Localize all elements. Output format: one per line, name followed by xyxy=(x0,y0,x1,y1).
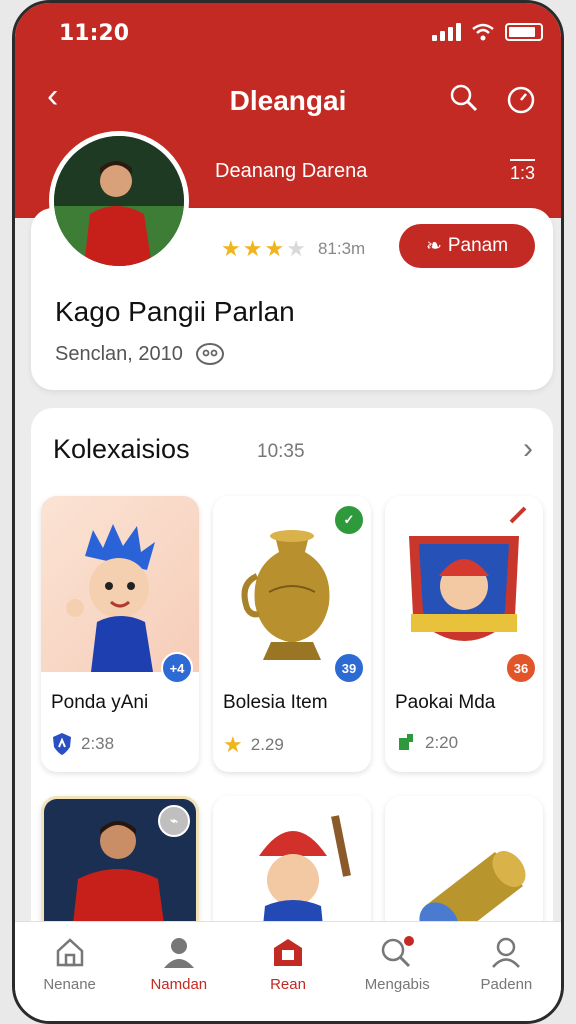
tab-search[interactable]: Mengabis xyxy=(343,922,452,1021)
collection-title: Kolexaisios xyxy=(53,434,190,464)
follow-button[interactable]: ❧ Panam xyxy=(399,224,535,268)
tab-center[interactable]: Rean xyxy=(233,922,342,1021)
timer-icon[interactable] xyxy=(505,83,537,115)
tab-account[interactable]: Padenn xyxy=(452,922,561,1021)
item-value: 2:20 xyxy=(425,733,459,752)
tag-icon: ⌁ xyxy=(158,805,190,837)
collection-count: 10:35 xyxy=(257,441,305,462)
tab-label: Namdan xyxy=(150,976,208,993)
star-icon: ★ xyxy=(264,236,285,261)
item-name: Ponda yAni xyxy=(51,692,149,713)
tab-label: Padenn xyxy=(480,976,533,993)
tab-label: Nenane xyxy=(43,976,96,993)
page-title: Dleangai xyxy=(229,85,347,116)
item-name: Bolesia Item xyxy=(223,692,328,713)
top-nav: ‹ Dleangai xyxy=(15,75,561,119)
face-icon[interactable] xyxy=(195,342,225,366)
header-profile-count: 1:3 xyxy=(509,159,535,184)
tab-profile[interactable]: Namdan xyxy=(124,922,233,1021)
rating-value: 81:3m xyxy=(317,239,366,258)
status-bar: 11:20 xyxy=(15,17,561,51)
item-name: Paokai Mda xyxy=(395,692,496,713)
profile-subtitle-text: Senclan, 2010 xyxy=(55,342,183,365)
leaf-icon: ❧ xyxy=(425,235,442,257)
profile-subtitle: Senclan, 2010 xyxy=(55,342,225,366)
item-badge: +4 xyxy=(161,652,193,684)
battery-icon xyxy=(505,23,543,41)
search-notification-icon xyxy=(381,936,415,968)
collection-item[interactable]: ✓ 39 Bolesia Item ★ 2.29 xyxy=(213,496,371,772)
avatar[interactable] xyxy=(49,131,189,271)
home-icon xyxy=(56,938,83,967)
phone-frame: 11:20 ‹ Dleangai Deanang Darena 1:3 ★ ★ … xyxy=(12,0,564,1024)
collection-section: Kolexaisios 10:35 › +4 Ponda yAni 2:38 ✓… xyxy=(31,408,553,968)
rating: ★ ★ ★ ★ 81:3m xyxy=(221,236,365,262)
search-icon[interactable] xyxy=(449,83,479,113)
tab-label: Rean xyxy=(270,976,306,993)
signal-icon xyxy=(432,23,461,41)
tab-home[interactable]: Nenane xyxy=(15,922,124,1021)
item-meta: 2:20 xyxy=(395,732,458,754)
item-badge: 39 xyxy=(333,652,365,684)
bottom-tab-bar: Nenane Namdan Rean Mengabis Padenn xyxy=(15,921,561,1021)
check-icon: ✓ xyxy=(333,504,365,536)
shield-icon xyxy=(53,733,71,755)
header-profile-name: Deanang Darena xyxy=(215,160,368,182)
follow-label: Panam xyxy=(447,235,509,256)
wifi-icon xyxy=(472,23,494,41)
chevron-right-icon[interactable]: › xyxy=(523,432,533,466)
item-badge: 36 xyxy=(505,652,537,684)
collection-item[interactable]: +4 Ponda yAni 2:38 xyxy=(41,496,199,772)
profile-name: Kago Pangii Parlan xyxy=(55,296,295,327)
item-image xyxy=(41,496,199,672)
status-icons xyxy=(432,23,543,41)
tab-label: Mengabis xyxy=(364,976,430,993)
star-icon: ★ xyxy=(242,236,263,261)
status-time: 11:20 xyxy=(59,21,130,46)
item-value: 2.29 xyxy=(250,735,284,754)
star-icon: ★ xyxy=(223,732,243,757)
leaf-icon xyxy=(399,734,413,750)
collection-item[interactable]: 36 Paokai Mda 2:20 xyxy=(385,496,543,772)
star-empty-icon: ★ xyxy=(286,236,306,261)
item-value: 2:38 xyxy=(81,734,115,753)
item-meta: 2:38 xyxy=(51,732,114,756)
user-icon xyxy=(492,937,521,968)
box-icon xyxy=(274,939,302,966)
item-image xyxy=(385,496,543,672)
star-icon: ★ xyxy=(221,236,241,261)
person-icon xyxy=(163,938,194,968)
item-meta: ★ 2.29 xyxy=(223,732,284,758)
